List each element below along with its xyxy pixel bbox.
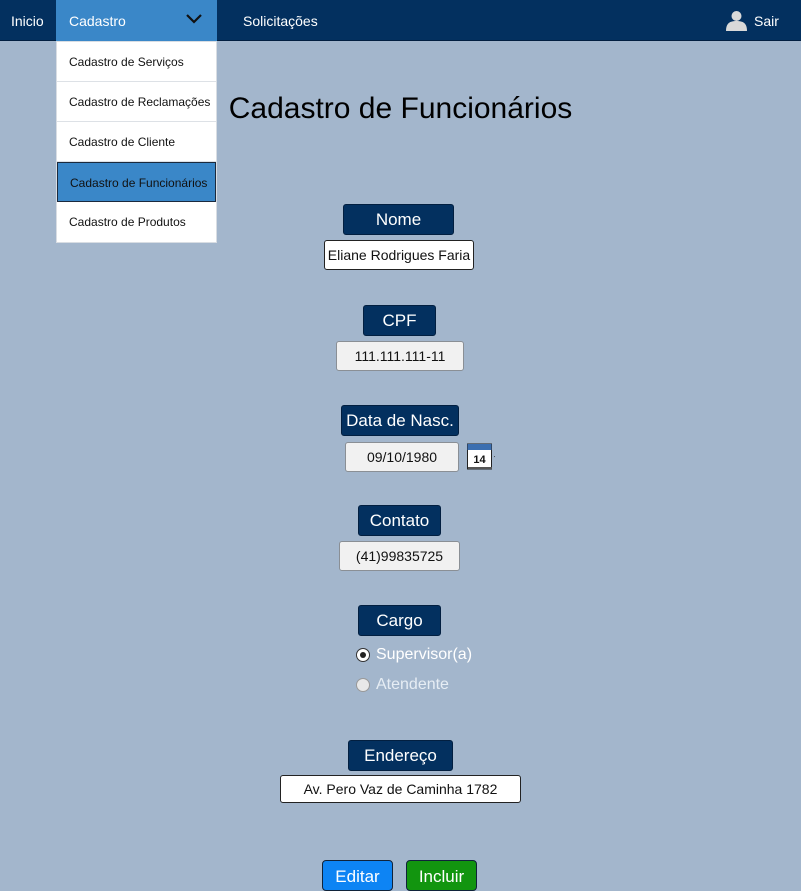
incluir-button[interactable]: Incluir xyxy=(406,860,477,891)
radio-atendente[interactable]: Atendente xyxy=(356,676,496,696)
contato-label: Contato xyxy=(358,505,441,536)
data-nasc-field[interactable] xyxy=(345,442,459,472)
nav-cadastro[interactable]: Cadastro xyxy=(56,0,217,41)
cpf-field[interactable] xyxy=(336,341,464,371)
cadastro-dropdown-menu: Cadastro de Serviços Cadastro de Reclama… xyxy=(56,41,217,243)
menu-item-cadastro-produtos[interactable]: Cadastro de Produtos xyxy=(57,202,216,242)
menu-item-cadastro-reclamacoes[interactable]: Cadastro de Reclamações xyxy=(57,82,216,122)
editar-button[interactable]: Editar xyxy=(322,860,393,891)
nav-sair[interactable]: Sair xyxy=(726,0,786,41)
radio-supervisor-label: Supervisor(a) xyxy=(376,646,473,663)
radio-atendente-dot[interactable] xyxy=(356,678,370,692)
nav-cadastro-label: Cadastro xyxy=(69,13,126,29)
endereco-label: Endereço xyxy=(348,740,453,771)
nome-label: Nome xyxy=(343,204,454,235)
nav-inicio[interactable]: Inicio xyxy=(11,0,44,41)
menu-item-cadastro-cliente[interactable]: Cadastro de Cliente xyxy=(57,122,216,162)
radio-atendente-label: Atendente xyxy=(376,676,449,693)
nav-solicitacoes[interactable]: Solicitações xyxy=(243,0,318,41)
chevron-down-icon xyxy=(186,14,202,24)
menu-item-cadastro-funcionarios[interactable]: Cadastro de Funcionários xyxy=(57,162,216,202)
sair-label: Sair xyxy=(754,13,779,29)
calendar-icon[interactable]: 14 xyxy=(467,443,495,471)
calendar-day: 14 xyxy=(473,454,486,466)
radio-supervisor-dot[interactable] xyxy=(356,648,370,662)
data-nasc-label: Data de Nasc. xyxy=(341,405,459,436)
top-navbar: Inicio Cadastro Solicitações Sair xyxy=(0,0,801,41)
user-icon xyxy=(726,11,747,31)
endereco-field[interactable] xyxy=(280,775,521,803)
cpf-label: CPF xyxy=(363,305,436,336)
contato-field[interactable] xyxy=(339,541,460,571)
radio-supervisor[interactable]: Supervisor(a) xyxy=(356,646,496,666)
cargo-label: Cargo xyxy=(358,605,441,636)
menu-item-cadastro-servicos[interactable]: Cadastro de Serviços xyxy=(57,42,216,82)
nome-field[interactable] xyxy=(324,240,474,270)
